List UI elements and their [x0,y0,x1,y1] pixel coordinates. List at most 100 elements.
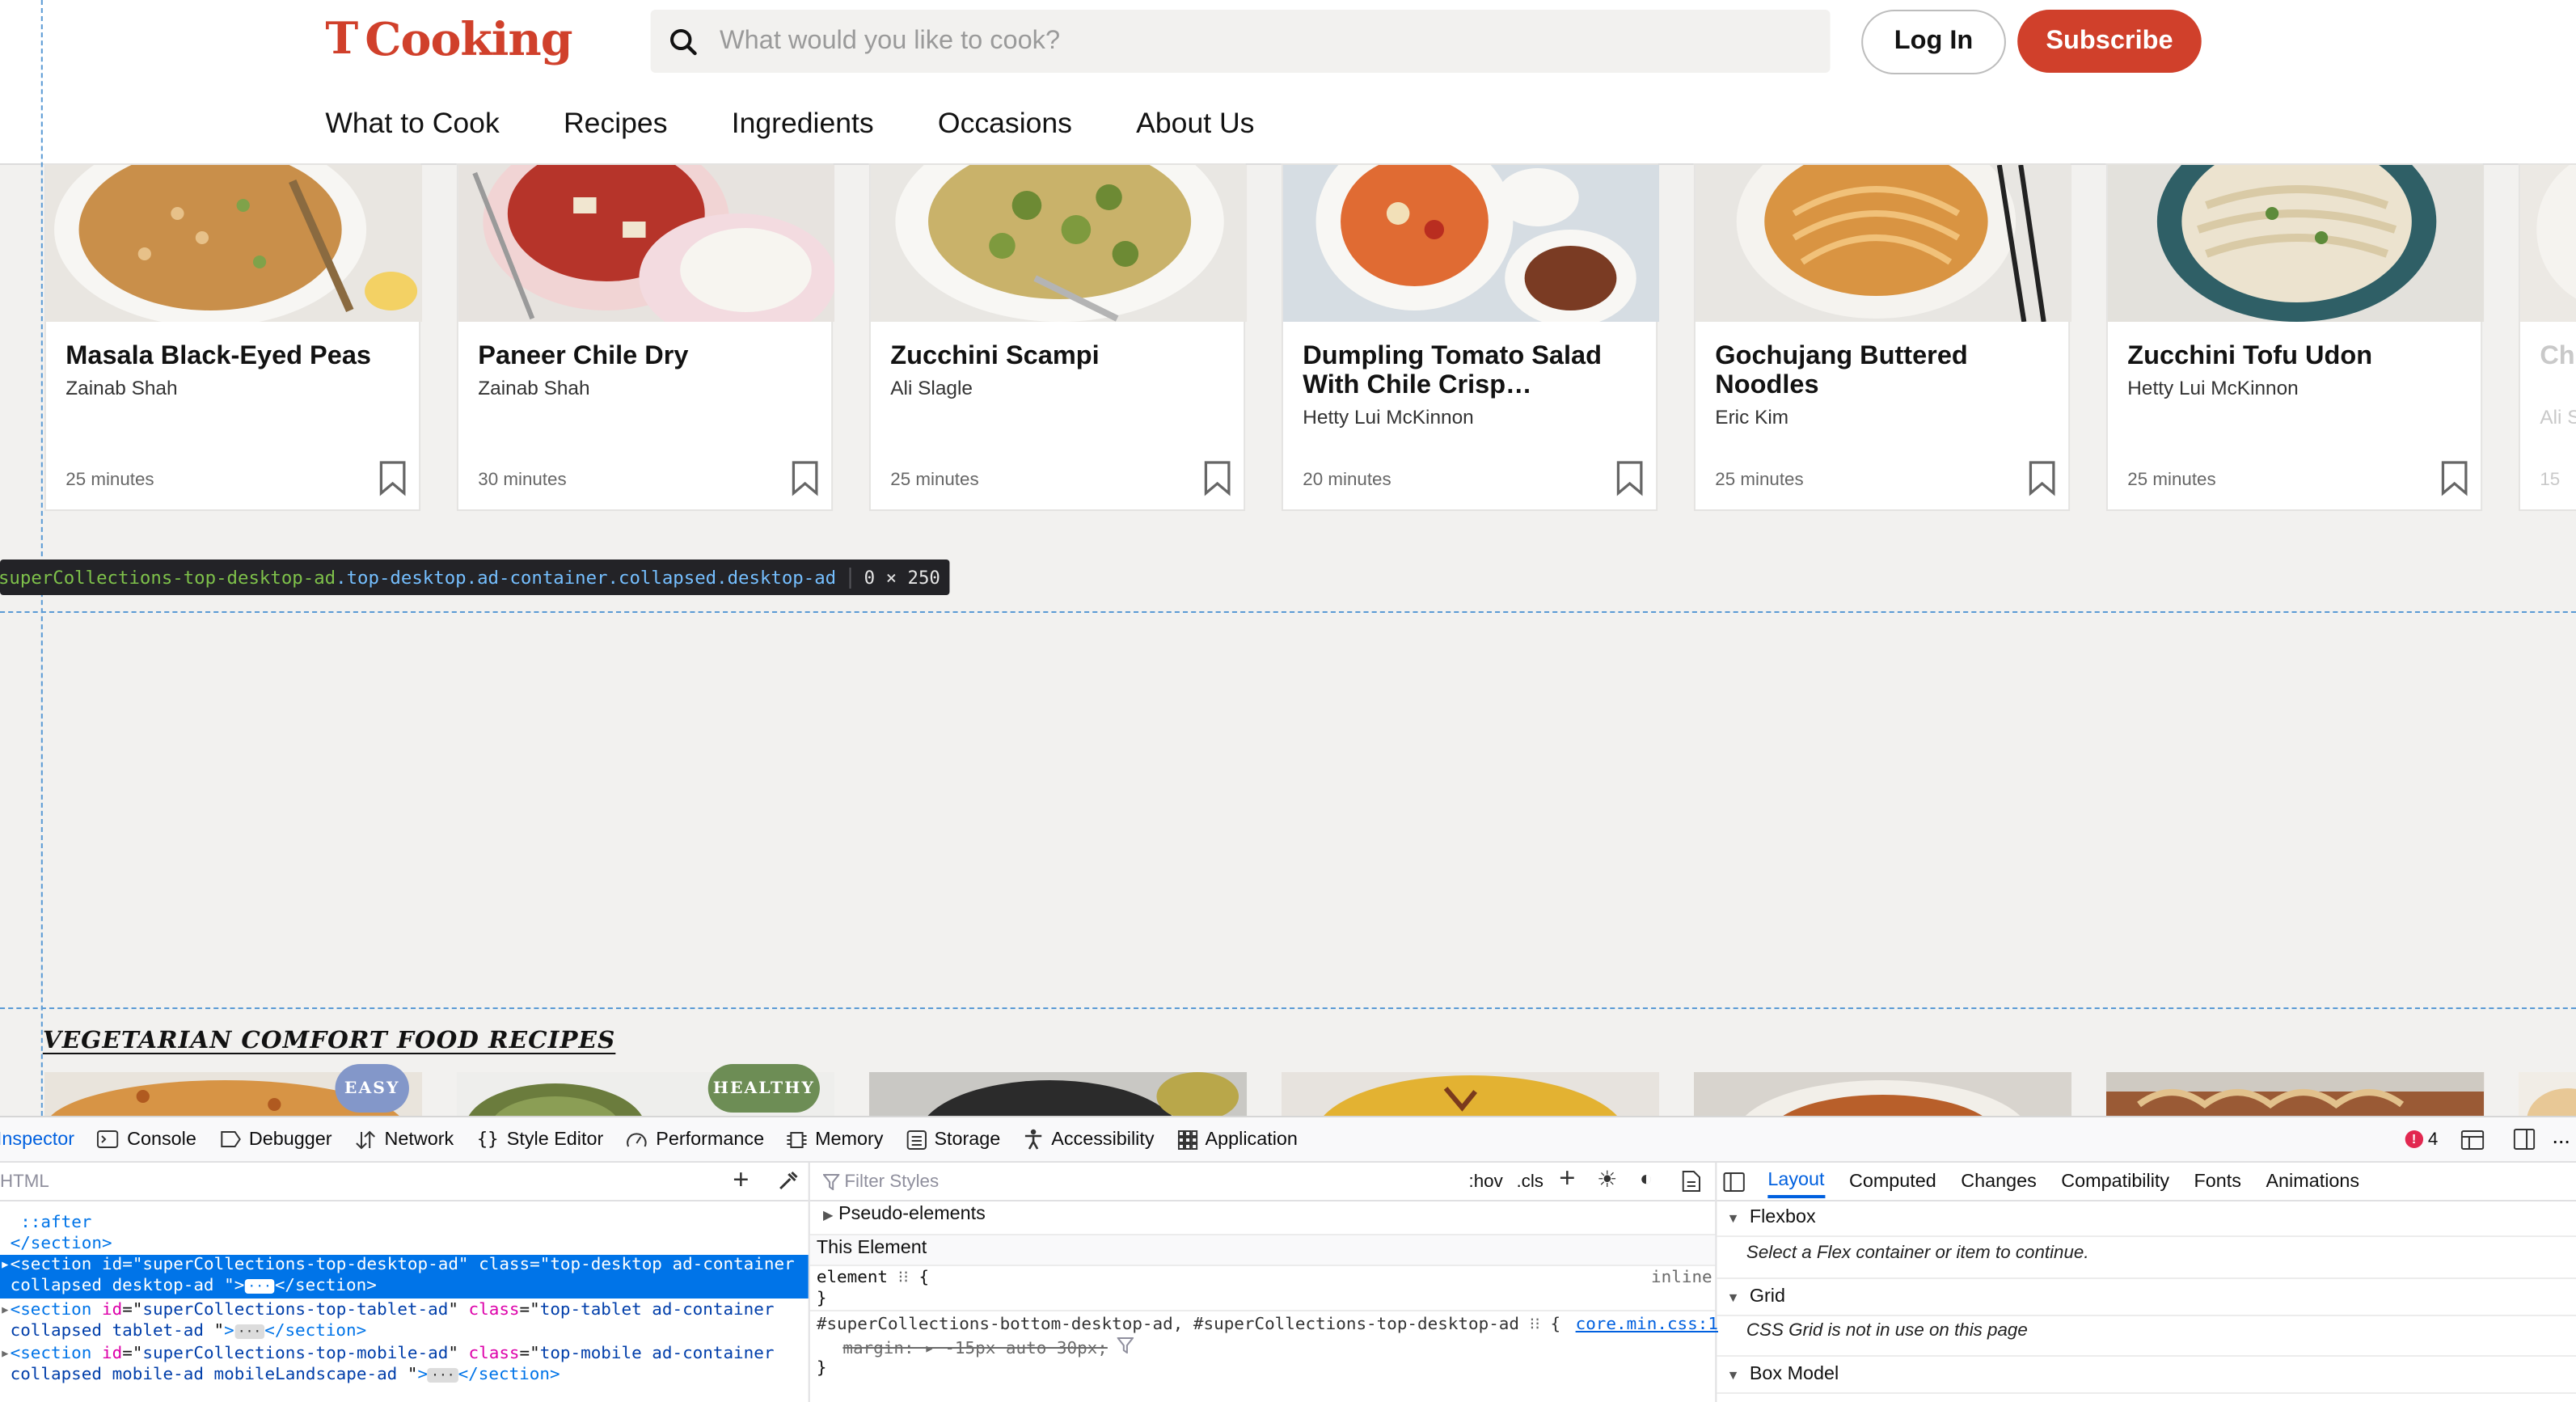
section-title[interactable]: VEGETARIAN COMFORT FOOD RECIPES [43,1027,615,1054]
tree-node-after[interactable]: ::after [0,1213,809,1234]
recipe-author[interactable]: Zainab Shah [478,377,589,399]
tab-application[interactable]: Application [1177,1130,1298,1149]
tab-network[interactable]: Network [355,1130,454,1149]
recipe-card[interactable]: Ch Ba Ali S 15 [2518,163,2576,511]
tree-node-close[interactable]: </section> [0,1234,809,1255]
bookmark-icon[interactable] [790,461,820,496]
box-model-section-toggle[interactable]: ▼ Box Model [1717,1355,2576,1394]
recipe-card-image[interactable] [2105,1072,2485,1121]
recipe-card-image[interactable] [2518,1072,2576,1121]
tab-compatibility[interactable]: Compatibility [2061,1172,2169,1191]
nyt-cooking-logo[interactable]: T Cooking [325,10,572,68]
recipe-title[interactable]: Zucchini Scampi [890,343,1227,372]
bookmark-icon[interactable] [1615,461,1645,496]
tab-animations[interactable]: Animations [2266,1172,2359,1191]
recipe-title[interactable]: Dumpling Tomato Salad With Chile Crisp… [1303,343,1640,401]
recipe-author[interactable]: Hetty Lui McKinnon [2127,377,2298,399]
nav-about-us[interactable]: About Us [1136,107,1254,141]
dark-mode-icon[interactable]: ◐ [1640,1166,1653,1190]
css-rule-selector[interactable]: #superCollections-bottom-desktop-ad, #su… [817,1315,1560,1334]
stylesheet-link[interactable]: core.min.css:1 [1576,1315,1718,1334]
recipe-image[interactable] [1282,165,1660,322]
tree-node-selected[interactable]: ▸<section id="superCollections-top-deskt… [0,1255,809,1299]
tree-node-mobile[interactable]: ▸<section id="superCollections-top-mobil… [0,1344,809,1387]
nav-what-to-cook[interactable]: What to Cook [325,107,499,141]
tab-debugger[interactable]: Debugger [219,1130,332,1149]
recipe-image[interactable] [1695,165,2072,322]
login-button[interactable]: Log In [1861,10,2006,74]
filter-styles-input[interactable]: Filter Styles [844,1172,939,1191]
recipe-image[interactable] [2107,165,2485,322]
dock-side-icon[interactable] [2513,1129,2536,1150]
flexbox-section-toggle[interactable]: ▼ Flexbox [1717,1200,2576,1237]
nav-occasions[interactable]: Occasions [938,107,1072,141]
recipe-title[interactable]: Masala Black-Eyed Peas [65,343,403,372]
recipe-image[interactable] [45,165,423,322]
recipe-title[interactable]: Gochujang Buttered Noodles [1715,343,2052,401]
eyedropper-icon[interactable] [777,1171,798,1192]
bookmark-icon[interactable] [2439,461,2469,496]
recipe-card[interactable]: Gochujang Buttered Noodles Eric Kim 25 m… [1693,163,2072,511]
nav-ingredients[interactable]: Ingredients [732,107,874,141]
recipe-title[interactable]: Ch Ba [2540,343,2576,372]
collapsed-content-icon[interactable]: ··· [234,1324,265,1338]
tab-performance[interactable]: Performance [627,1130,764,1149]
css-declaration[interactable]: margin: ▸ -15px auto 30px; [842,1337,1135,1358]
tab-computed[interactable]: Computed [1849,1172,1936,1191]
light-mode-icon[interactable]: ☀ [1597,1166,1618,1193]
recipe-card[interactable]: Zucchini Scampi Ali Slagle 25 minutes [868,163,1248,511]
bookmark-icon[interactable] [378,461,408,496]
recipe-image[interactable] [870,165,1248,322]
tab-accessibility[interactable]: Accessibility [1024,1129,1155,1150]
filter-icon[interactable] [1117,1337,1135,1354]
recipe-card-image[interactable] [868,1072,1248,1121]
element-rule[interactable]: element ⁝⁝ { [817,1268,929,1287]
recipe-card[interactable]: Zucchini Tofu Udon Hetty Lui McKinnon 25… [2105,163,2485,511]
tab-memory[interactable]: Memory [787,1130,883,1149]
recipe-card[interactable]: Dumpling Tomato Salad With Chile Crisp… … [1281,163,1660,511]
error-count-badge[interactable]: ! 4 [2405,1130,2438,1149]
tab-changes[interactable]: Changes [1961,1172,2037,1191]
nav-recipes[interactable]: Recipes [564,107,667,141]
recipe-author[interactable]: Hetty Lui McKinnon [1303,406,1473,429]
tab-layout[interactable]: Layout [1767,1170,1825,1197]
tab-style-editor[interactable]: {} Style Editor [477,1129,604,1150]
recipe-author[interactable]: Eric Kim [1715,406,1788,429]
bookmark-icon[interactable] [1202,461,1232,496]
recipe-author[interactable]: Zainab Shah [65,377,177,399]
recipe-card-image[interactable] [1693,1072,2072,1121]
search-bar[interactable] [650,10,1831,73]
tab-inspector[interactable]: Inspector [0,1130,74,1149]
tab-console[interactable]: Console [97,1130,196,1149]
add-rule-icon[interactable]: + [1559,1163,1575,1195]
more-options-icon[interactable]: ··· [2552,1126,2571,1152]
hov-toggle[interactable]: :hov [1469,1172,1503,1191]
recipe-card[interactable]: Paneer Chile Dry Zainab Shah 30 minutes [456,163,835,511]
print-media-icon[interactable] [1682,1171,1701,1192]
box-model-label: Box Model [1749,1365,1839,1384]
recipe-author[interactable]: Ali S [2540,406,2576,429]
recipe-card-image[interactable] [1281,1072,1660,1121]
grid-section-toggle[interactable]: ▼ Grid [1717,1277,2576,1316]
tab-storage[interactable]: Storage [906,1130,1000,1149]
toggle-panes-icon[interactable] [1723,1172,1745,1191]
tree-node-tablet[interactable]: ▸<section id="superCollections-top-table… [0,1300,809,1344]
bookmark-icon[interactable] [2027,461,2057,496]
recipe-author[interactable]: Ali Slagle [890,377,973,399]
recipe-image[interactable] [2519,165,2576,322]
search-input[interactable] [716,25,1791,57]
pseudo-elements-toggle[interactable]: ▶ Pseudo-elements [823,1205,986,1224]
responsive-design-icon[interactable] [2460,1130,2485,1149]
close-brace: } [816,1289,827,1308]
tab-fonts[interactable]: Fonts [2194,1172,2241,1191]
recipe-image[interactable] [458,165,835,322]
search-html-input[interactable]: HTML [0,1172,49,1191]
add-node-icon[interactable]: + [733,1164,749,1197]
recipe-card[interactable]: Masala Black-Eyed Peas Zainab Shah 25 mi… [44,163,423,511]
recipe-title[interactable]: Zucchini Tofu Udon [2127,343,2464,372]
collapsed-content-icon[interactable]: ··· [244,1278,275,1293]
collapsed-content-icon[interactable]: ··· [428,1367,458,1382]
cls-toggle[interactable]: .cls [1516,1172,1543,1191]
subscribe-button[interactable]: Subscribe [2017,10,2202,73]
recipe-title[interactable]: Paneer Chile Dry [478,343,815,372]
